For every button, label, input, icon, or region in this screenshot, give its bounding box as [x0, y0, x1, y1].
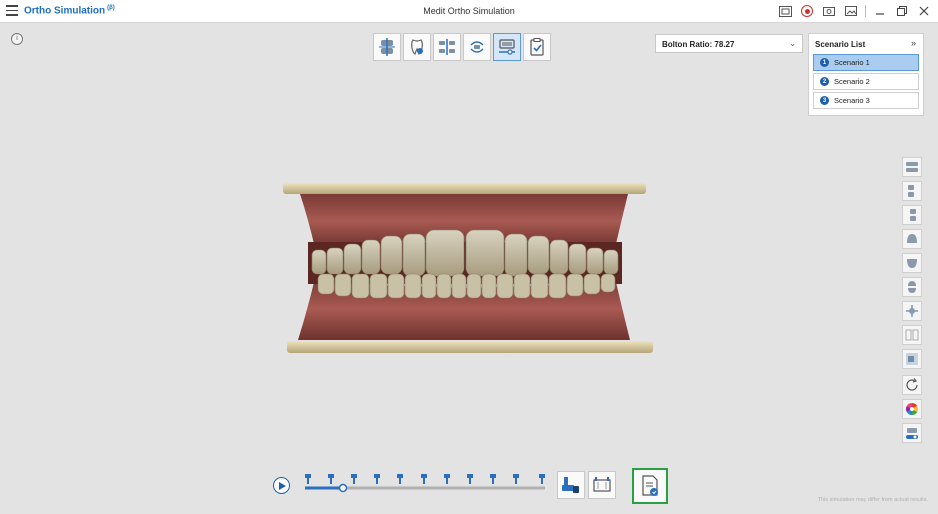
play-button[interactable] [273, 477, 290, 494]
ipr-icon [439, 39, 455, 55]
play-icon [278, 481, 286, 490]
front-view-icon [906, 162, 918, 172]
attachment-button[interactable] [557, 471, 585, 499]
disclaimer-text: This simulation may differ from actual r… [817, 497, 928, 503]
scenario-item-2[interactable]: 2 Scenario 2 [813, 73, 919, 90]
color-wheel-icon [905, 403, 919, 415]
camera-icon[interactable] [821, 3, 837, 19]
scenario-list-panel: Scenario List » 1 Scenario 1 2 Scenario … [808, 33, 924, 116]
axis-icon [906, 305, 918, 317]
scenario-number-badge: 2 [820, 77, 829, 86]
overlay-view-button[interactable] [902, 349, 922, 369]
upper-model-base [283, 183, 646, 194]
record-button[interactable] [799, 3, 815, 19]
title-bar: Ortho Simulation (β) Medit Ortho Simulati… [0, 0, 938, 23]
film-frames-icon [593, 477, 611, 492]
left-view-button[interactable] [902, 181, 922, 201]
split-arch-view-button[interactable] [902, 277, 922, 297]
model-toggle-icon [906, 428, 918, 439]
report-button[interactable] [632, 468, 668, 504]
tooth-icon [411, 39, 423, 55]
compare-icon [905, 329, 919, 341]
main-toolbar [373, 33, 551, 61]
scenario-label: Scenario 3 [834, 96, 870, 105]
divider [865, 5, 866, 17]
clipboard-check-icon [530, 38, 544, 56]
minimize-button[interactable] [872, 3, 888, 19]
scenario-label: Scenario 2 [834, 77, 870, 86]
report-document-icon [642, 475, 658, 496]
stage-frames-button[interactable] [588, 471, 616, 499]
ipr-button[interactable] [433, 33, 461, 61]
scenario-item-1[interactable]: 1 Scenario 1 [813, 54, 919, 71]
scenario-label: Scenario 1 [834, 58, 870, 67]
record-icon [801, 5, 813, 17]
split-arch-icon [908, 281, 916, 293]
scenario-item-3[interactable]: 3 Scenario 3 [813, 92, 919, 109]
front-view-button[interactable] [902, 157, 922, 177]
collapse-icon[interactable]: » [911, 38, 916, 48]
dental-model-viewport[interactable] [270, 178, 660, 358]
scenario-list-title: Scenario List [815, 40, 866, 49]
attachment-icon [562, 477, 579, 493]
stage-icon [499, 39, 515, 55]
lower-arch-icon [907, 259, 917, 268]
lower-model-base [287, 341, 653, 353]
right-view-button[interactable] [902, 205, 922, 225]
arch-align-button[interactable] [373, 33, 401, 61]
upper-occlusal-view-button[interactable] [902, 229, 922, 249]
scenario-list-header: Scenario List » [809, 34, 923, 54]
refresh-icon [906, 378, 918, 391]
tooth-button[interactable] [403, 33, 431, 61]
overlay-icon [906, 353, 918, 365]
upper-arch-icon [907, 234, 917, 243]
axis-view-button[interactable] [902, 301, 922, 321]
stage-timeline[interactable] [303, 472, 547, 496]
rotate-arrows-icon [470, 41, 484, 53]
lower-occlusal-view-button[interactable] [902, 253, 922, 273]
info-icon[interactable]: i [11, 33, 23, 45]
scenario-number-badge: 3 [820, 96, 829, 105]
restore-button[interactable] [894, 3, 910, 19]
timeline-handle[interactable] [338, 483, 348, 493]
right-view-icon [910, 209, 916, 221]
model-toggle-button[interactable] [902, 423, 922, 443]
bolton-ratio-label: Bolton Ratio: 78.27 [662, 40, 735, 49]
gallery-icon[interactable] [843, 3, 859, 19]
movement-button[interactable] [463, 33, 491, 61]
bolton-ratio-dropdown[interactable]: Bolton Ratio: 78.27 ⌄ [655, 34, 803, 53]
view-tools-column [902, 157, 924, 447]
scenario-number-badge: 1 [820, 58, 829, 67]
arch-align-icon [379, 38, 395, 56]
color-settings-button[interactable] [902, 399, 922, 419]
stage-markers [305, 474, 545, 484]
stage-button[interactable] [493, 33, 521, 61]
chevron-down-icon: ⌄ [789, 39, 796, 48]
screen-capture-icon[interactable] [777, 3, 793, 19]
compare-view-button[interactable] [902, 325, 922, 345]
close-button[interactable] [916, 3, 932, 19]
reset-view-button[interactable] [902, 375, 922, 395]
left-view-icon [908, 185, 914, 197]
checklist-button[interactable] [523, 33, 551, 61]
